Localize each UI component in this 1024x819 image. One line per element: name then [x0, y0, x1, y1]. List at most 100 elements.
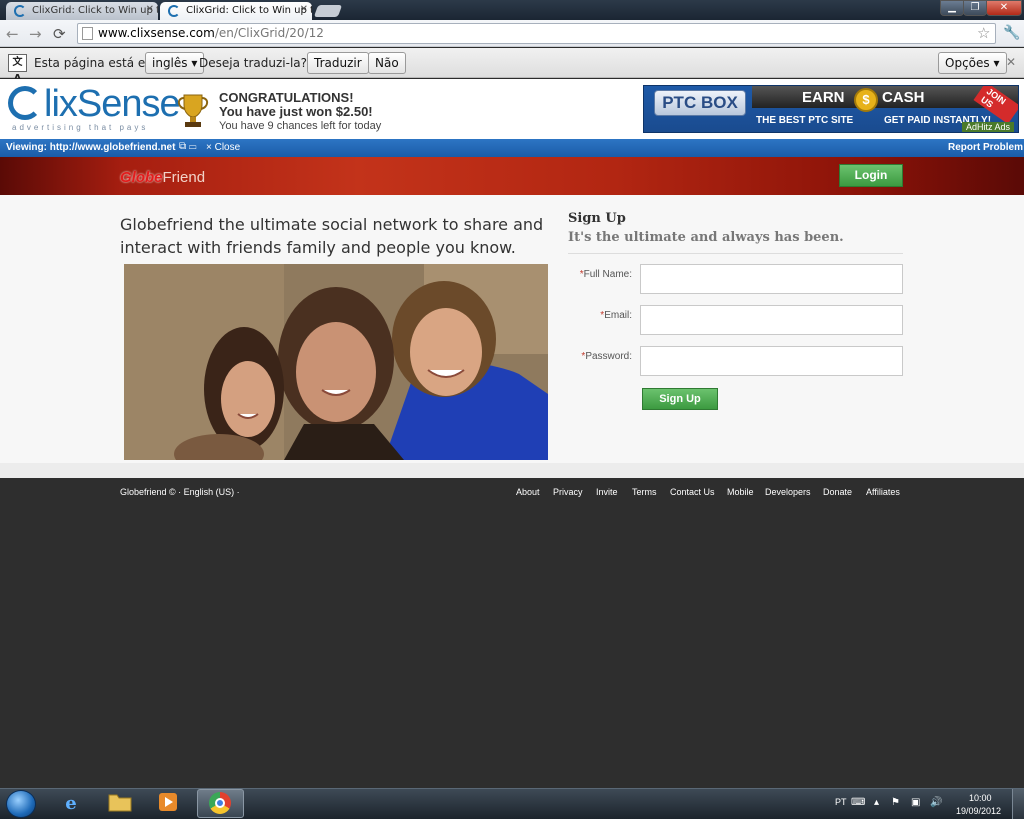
full-name-label-text: Full Name: [583, 269, 632, 280]
clixsense-c-icon [8, 86, 42, 120]
footer-link-affiliates[interactable]: Affiliates [866, 487, 900, 497]
signup-title: Sign Up [568, 211, 626, 226]
congrats-won: You have just won $2.50! [219, 104, 373, 119]
site-tagline: Globefriend the ultimate social network … [120, 215, 544, 257]
ad-ptc-box: PTC BOX [654, 90, 746, 116]
viewing-bar: Viewing: http://www.globefriend.net ⧉ ▭ … [0, 139, 1024, 157]
globefriend-logo[interactable]: GlobeFriend [120, 169, 205, 186]
logo-globe: Globe [120, 169, 163, 186]
open-window-icon[interactable]: ⧉ ▭ [179, 141, 197, 152]
language-select-value: inglês [152, 56, 188, 70]
translate-question: Deseja traduzi-la? [199, 56, 307, 70]
flag-icon[interactable]: ⚑ [891, 797, 900, 808]
login-button[interactable]: Login [839, 164, 903, 187]
viewing-url[interactable]: Viewing: http://www.globefriend.net [6, 142, 175, 153]
congratulations-message: CONGRATULATIONS! You have just won $2.50… [219, 91, 381, 133]
clock-date[interactable]: 19/09/2012 [956, 806, 1001, 816]
signup-subtitle: It's the ultimate and always has been. [568, 230, 844, 245]
show-desktop-button[interactable] [1012, 789, 1024, 819]
folder-shape [108, 794, 132, 812]
footer-link-invite[interactable]: Invite [596, 487, 618, 497]
ie-icon[interactable]: e [53, 791, 89, 817]
translate-icon: 文A [8, 54, 27, 84]
footer [0, 478, 1024, 788]
tab-title: ClixGrid: Click to Win up to [186, 5, 312, 16]
new-tab-button[interactable] [313, 5, 343, 17]
password-input[interactable] [640, 346, 903, 376]
clixsense-favicon-icon [168, 5, 180, 17]
footer-link-about[interactable]: About [516, 487, 540, 497]
footer-copyright[interactable]: Globefriend © · English (US) · [120, 487, 240, 497]
url-host: www.clixsense.com [98, 26, 215, 40]
language-select[interactable]: inglês ▾ [145, 52, 205, 74]
url-path: /en/ClixGrid/20/12 [214, 26, 324, 40]
translate-button[interactable]: Traduzir [307, 52, 369, 74]
options-button[interactable]: Opções ▾ [938, 52, 1007, 74]
footer-link-mobile[interactable]: Mobile [727, 487, 754, 497]
tab-clixgrid-2[interactable]: ClixGrid: Click to Win up to ✕ [160, 2, 312, 20]
wrench-icon[interactable]: 🔧 [1003, 25, 1020, 41]
reload-icon[interactable]: ⟳ [53, 25, 66, 43]
ad-cash: CASH [882, 89, 925, 106]
translate-bar: 文A Esta página está em inglês ▾ Deseja t… [0, 48, 1024, 84]
content-bottom-strip [0, 463, 1024, 478]
page-icon [82, 27, 93, 40]
chevron-down-icon: ▾ [993, 56, 1000, 70]
tab-close-icon[interactable]: ✕ [300, 4, 308, 15]
address-bar[interactable]: www.clixsense.com/en/ClixGrid/20/12 [77, 23, 996, 44]
folder-icon[interactable] [102, 791, 138, 817]
tray-language[interactable]: PT [835, 797, 847, 807]
keyboard-icon[interactable]: ⌨ [851, 797, 865, 808]
full-name-input[interactable] [640, 264, 903, 294]
windows-start-icon[interactable] [6, 790, 36, 818]
congrats-title: CONGRATULATIONS! [219, 90, 354, 105]
ad-best-ptc: THE BEST PTC SITE [756, 115, 854, 126]
ad-adhitz[interactable]: AdHitz Ads [962, 122, 1015, 132]
browser-toolbar: ← → ⟳ www.clixsense.com/en/ClixGrid/20/1… [0, 20, 1024, 47]
forward-arrow-icon[interactable]: → [29, 25, 42, 43]
footer-link-privacy[interactable]: Privacy [553, 487, 583, 497]
chrome-icon [209, 792, 231, 814]
maximize-button[interactable]: ❐ [963, 0, 987, 16]
minimize-button[interactable]: ▁ [940, 0, 964, 16]
footer-link-donate[interactable]: Donate [823, 487, 852, 497]
viewing-close-link[interactable]: × Close [206, 142, 240, 153]
footer-link-terms[interactable]: Terms [632, 487, 657, 497]
congrats-chances: You have 9 chances left for today [219, 120, 382, 132]
star-icon[interactable]: ☆ [977, 24, 990, 42]
ptc-box-banner-ad[interactable]: PTC BOX EARN $ CASH THE BEST PTC SITE GE… [643, 85, 1019, 133]
coin-icon: $ [854, 88, 878, 112]
signup-divider [568, 253, 903, 254]
password-label: *Password: [566, 351, 632, 362]
media-player-shape [159, 793, 177, 811]
clixsense-logo[interactable]: lixSense advertising that pays [8, 85, 181, 132]
clock-time[interactable]: 10:00 [969, 793, 992, 803]
trophy-icon [177, 94, 209, 127]
tab-title: ClixGrid: Click to Win up to [32, 5, 158, 16]
email-label-text: Email: [604, 310, 632, 321]
chevron-down-icon: ▾ [191, 56, 198, 70]
footer-link-contact-us[interactable]: Contact Us [670, 487, 715, 497]
password-label-text: Password: [585, 351, 632, 362]
family-photo [124, 264, 548, 460]
media-player-icon[interactable] [150, 791, 186, 817]
volume-icon[interactable]: 🔊 [930, 797, 942, 808]
network-icon[interactable]: ▣ [911, 797, 920, 808]
footer-link-developers[interactable]: Developers [765, 487, 811, 497]
report-problem-link[interactable]: Report Problem [948, 142, 1023, 153]
close-window-button[interactable]: ✕ [986, 0, 1022, 16]
ad-earn: EARN [802, 89, 845, 106]
tab-close-icon[interactable]: ✕ [146, 4, 154, 15]
signup-button[interactable]: Sign Up [642, 388, 718, 410]
email-label: *Email: [566, 310, 632, 321]
full-name-label: *Full Name: [566, 269, 632, 280]
translate-prompt: Esta página está em [34, 56, 157, 70]
close-icon[interactable]: ✕ [1006, 55, 1016, 69]
tab-clixgrid-1[interactable]: ClixGrid: Click to Win up to ✕ [6, 2, 158, 20]
tray-expand-icon[interactable]: ▴ [874, 797, 879, 808]
clixsense-favicon-icon [14, 5, 26, 17]
back-arrow-icon[interactable]: ← [6, 25, 19, 43]
no-translate-button[interactable]: Não [368, 52, 406, 74]
email-input[interactable] [640, 305, 903, 335]
logo-friend: Friend [162, 169, 206, 186]
